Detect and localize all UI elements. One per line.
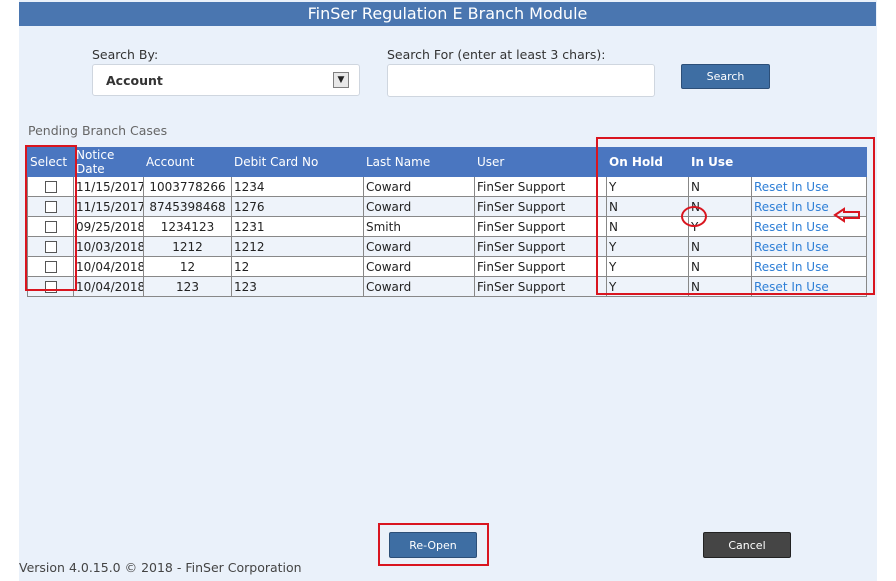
reset-in-use-link[interactable]: Reset In Use (754, 180, 829, 194)
table-row[interactable]: 09/25/2018 1234123 1231 Smith FinSer Support… (27, 216, 867, 237)
col-last-name: Last Name (363, 147, 475, 177)
in-use-cell: N (688, 236, 752, 257)
section-title: Pending Branch Cases (28, 123, 168, 138)
user-cell: FinSer Support (474, 176, 607, 197)
in-use-cell: N (688, 256, 752, 277)
account-cell: 123 (143, 276, 232, 297)
in-use-cell: N (688, 276, 752, 297)
last-name-cell: Coward (363, 176, 475, 197)
in-use-cell: N (688, 196, 752, 217)
in-use-cell: Y (688, 216, 752, 237)
last-name-cell: Smith (363, 216, 475, 237)
notice-date-cell: 11/15/2017 (73, 176, 144, 197)
reopen-button[interactable]: Re-Open (389, 532, 477, 558)
search-for-input[interactable] (387, 64, 655, 97)
select-cell (27, 176, 74, 197)
table-header-row: Select Notice Date Account Debit Card No… (27, 147, 867, 177)
notice-date-cell: 11/15/2017 (73, 196, 144, 217)
cancel-button[interactable]: Cancel (703, 532, 791, 558)
notice-date-cell: 10/04/2018 (73, 276, 144, 297)
search-for-label: Search For (enter at least 3 chars): (387, 47, 606, 62)
select-cell (27, 236, 74, 257)
user-cell: FinSer Support (474, 236, 607, 257)
user-cell: FinSer Support (474, 216, 607, 237)
action-cell: Reset In Use (751, 276, 867, 297)
reset-in-use-link[interactable]: Reset In Use (754, 280, 829, 294)
reset-in-use-link[interactable]: Reset In Use (754, 200, 829, 214)
reset-in-use-link[interactable]: Reset In Use (754, 220, 829, 234)
last-name-cell: Coward (363, 276, 475, 297)
in-use-cell: N (688, 176, 752, 197)
table-row[interactable]: 10/04/2018 123 123 Coward FinSer Support Y N Re… (27, 276, 867, 297)
search-button[interactable]: Search (681, 64, 770, 89)
debit-card-cell: 12 (231, 256, 364, 277)
action-cell: Reset In Use (751, 256, 867, 277)
user-cell: FinSer Support (474, 256, 607, 277)
col-debit-card: Debit Card No (231, 147, 364, 177)
debit-card-cell: 1231 (231, 216, 364, 237)
on-hold-cell: Y (606, 236, 689, 257)
select-cell (27, 216, 74, 237)
pending-cases-table: Select Notice Date Account Debit Card No… (27, 147, 867, 297)
reset-in-use-link[interactable]: Reset In Use (754, 260, 829, 274)
window-title: FinSer Regulation E Branch Module (19, 2, 876, 26)
on-hold-cell: Y (606, 256, 689, 277)
select-cell (27, 276, 74, 297)
select-cell (27, 256, 74, 277)
col-account: Account (143, 147, 232, 177)
user-cell: FinSer Support (474, 276, 607, 297)
left-arrow-icon (833, 207, 860, 223)
debit-card-cell: 1276 (231, 196, 364, 217)
account-cell: 1003778266 (143, 176, 232, 197)
col-on-hold: On Hold (606, 147, 689, 177)
row-checkbox[interactable] (44, 241, 57, 253)
account-cell: 12 (143, 256, 232, 277)
reset-in-use-link[interactable]: Reset In Use (754, 240, 829, 254)
row-checkbox[interactable] (44, 281, 57, 293)
on-hold-cell: Y (606, 276, 689, 297)
account-cell: 1212 (143, 236, 232, 257)
col-user: User (474, 147, 607, 177)
search-by-label: Search By: (92, 47, 159, 62)
footer-version: Version 4.0.15.0 © 2018 - FinSer Corpora… (19, 560, 302, 575)
table-row[interactable]: 10/04/2018 12 12 Coward FinSer Support Y N Rese… (27, 256, 867, 277)
search-by-select[interactable]: Account ▼ (92, 64, 360, 96)
account-cell: 8745398468 (143, 196, 232, 217)
debit-card-cell: 1234 (231, 176, 364, 197)
user-cell: FinSer Support (474, 196, 607, 217)
on-hold-cell: N (606, 196, 689, 217)
last-name-cell: Coward (363, 256, 475, 277)
table-row[interactable]: 10/03/2018 1212 1212 Coward FinSer Support Y N… (27, 236, 867, 257)
notice-date-cell: 09/25/2018 (73, 216, 144, 237)
table-row[interactable]: 11/15/2017 8745398468 1276 Coward FinSer Sup… (27, 196, 867, 217)
col-notice-date: Notice Date (73, 147, 144, 177)
select-cell (27, 196, 74, 217)
row-checkbox[interactable] (44, 201, 57, 213)
search-by-value: Account (106, 73, 163, 88)
col-action (751, 147, 867, 177)
chevron-down-icon[interactable]: ▼ (333, 72, 349, 88)
notice-date-cell: 10/04/2018 (73, 256, 144, 277)
row-checkbox[interactable] (44, 261, 57, 273)
notice-date-cell: 10/03/2018 (73, 236, 144, 257)
debit-card-cell: 123 (231, 276, 364, 297)
last-name-cell: Coward (363, 236, 475, 257)
row-checkbox[interactable] (44, 221, 57, 233)
account-cell: 1234123 (143, 216, 232, 237)
on-hold-cell: N (606, 216, 689, 237)
row-checkbox[interactable] (44, 181, 57, 193)
col-select: Select (27, 147, 74, 177)
table-row[interactable]: 11/15/2017 1003778266 1234 Coward FinSer Sup… (27, 176, 867, 197)
col-in-use: In Use (688, 147, 752, 177)
debit-card-cell: 1212 (231, 236, 364, 257)
action-cell: Reset In Use (751, 236, 867, 257)
action-cell: Reset In Use (751, 176, 867, 197)
last-name-cell: Coward (363, 196, 475, 217)
on-hold-cell: Y (606, 176, 689, 197)
